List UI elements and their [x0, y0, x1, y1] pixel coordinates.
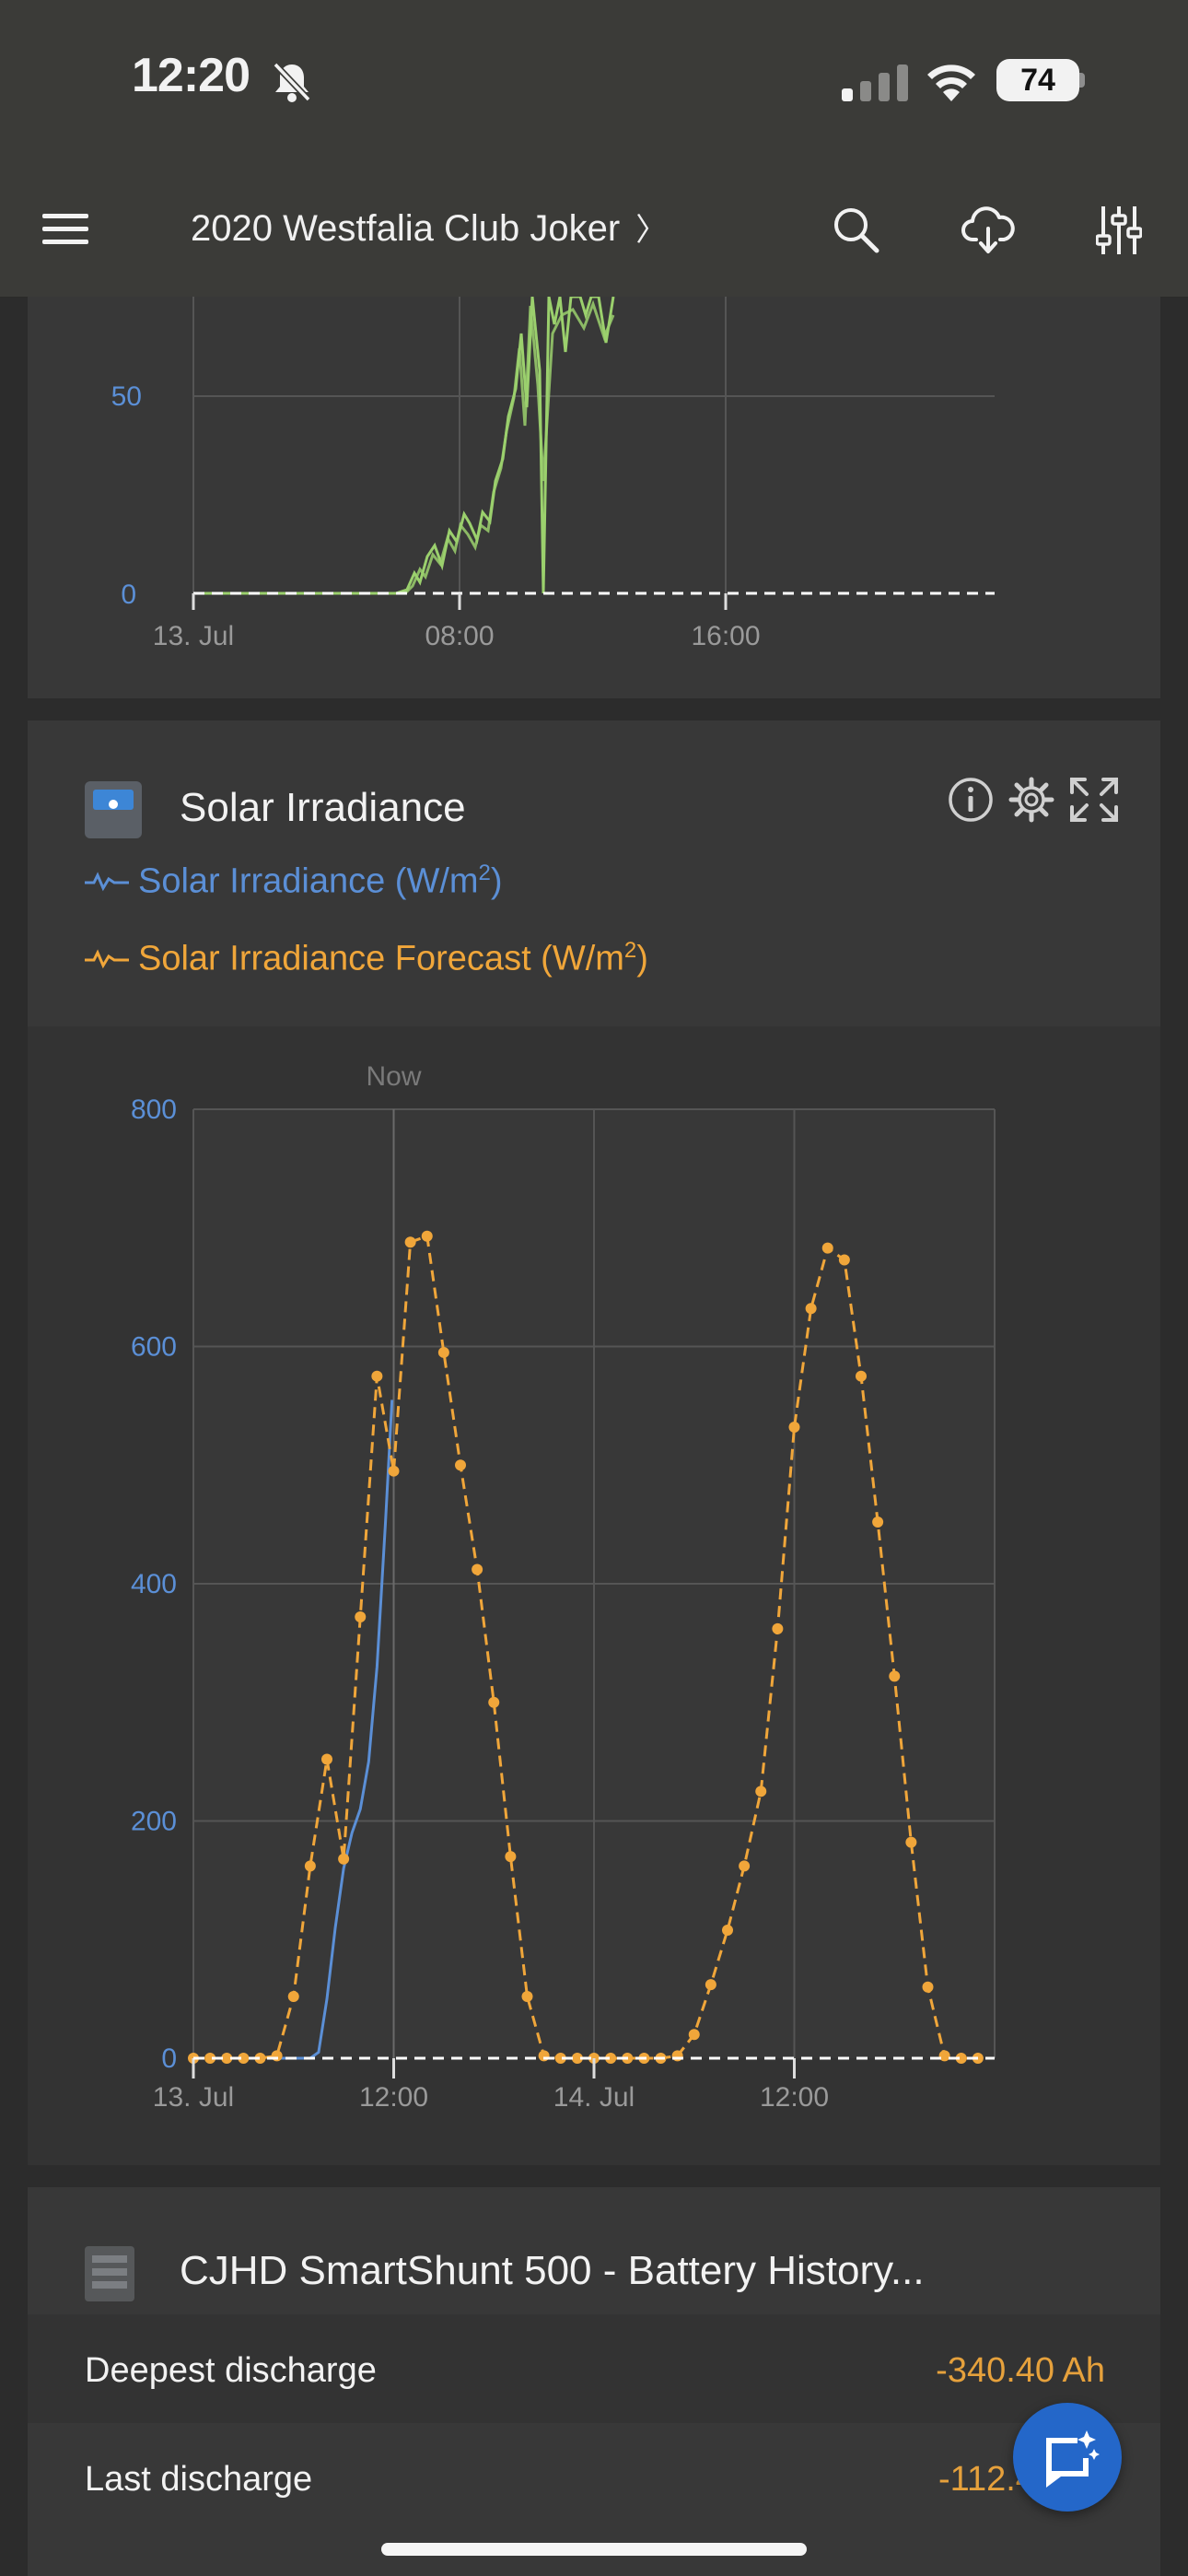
- legend-label: Solar Irradiance Forecast (W/m2): [138, 938, 648, 978]
- data-point: [388, 1465, 400, 1477]
- chart-gridlines: [192, 297, 995, 593]
- card-actions: [947, 776, 1120, 824]
- data-point: [538, 2050, 550, 2062]
- x-tick-label: 08:00: [425, 621, 494, 651]
- data-point: [905, 1836, 917, 1848]
- info-icon[interactable]: [947, 776, 995, 824]
- x-tick-label: 13. Jul: [153, 621, 234, 651]
- data-point: [355, 1611, 367, 1623]
- battery-indicator: 74: [996, 59, 1079, 101]
- data-point: [838, 1254, 850, 1266]
- card-title: CJHD SmartShunt 500 - Battery History...: [180, 2248, 925, 2293]
- data-point: [321, 1753, 332, 1765]
- data-point: [739, 1860, 751, 1872]
- top-chart-series-line-a: [193, 297, 615, 595]
- y-tick-label: 400: [131, 1569, 177, 1599]
- data-point: [938, 2050, 950, 2062]
- installation-selector[interactable]: 2020 Westfalia Club Joker 〉: [191, 205, 667, 250]
- data-point: [304, 1860, 316, 1872]
- power-history-chart: 50 0 13. Jul 08:00 16:00: [111, 297, 995, 651]
- row-value: -340.40 Ah: [936, 2351, 1105, 2390]
- data-point: [521, 1991, 533, 2003]
- y-tick-label: 600: [131, 1332, 177, 1363]
- y-tick-label: 0: [121, 580, 136, 610]
- battery-level: 74: [1020, 63, 1055, 98]
- data-point: [722, 1924, 733, 1936]
- solar-irradiance-chart[interactable]: Now 800 600 400 200 0 13. Jul 12:00 14. Jul 12:0…: [28, 1026, 1160, 2165]
- row-label: Last discharge: [85, 2460, 313, 2499]
- wifi-icon: [927, 64, 975, 101]
- solar-irradiance-chart-area: Now 800 600 400 200 0 13. Jul 12:00 14. Jul 12:0…: [28, 1026, 1160, 2165]
- assistant-chat-button[interactable]: [1013, 2403, 1122, 2512]
- bell-muted-icon: [273, 62, 311, 102]
- data-point: [404, 1236, 416, 1248]
- data-point: [889, 1670, 901, 1682]
- data-point: [671, 2050, 683, 2062]
- y-tick-label: 200: [131, 1807, 177, 1837]
- data-point: [437, 1346, 449, 1358]
- data-point: [922, 1981, 934, 1993]
- data-point: [688, 2029, 700, 2041]
- data-point: [271, 2050, 283, 2062]
- data-point: [788, 1422, 800, 1434]
- installation-name: 2020 Westfalia Club Joker: [191, 208, 621, 249]
- now-marker-label: Now: [366, 1061, 421, 1092]
- status-time: 12:20: [132, 49, 250, 102]
- data-point: [755, 1786, 767, 1797]
- y-tick-label: 800: [131, 1095, 177, 1125]
- data-point: [856, 1370, 867, 1382]
- home-indicator: [381, 2543, 807, 2556]
- x-tick-label: 14. Jul: [553, 2082, 635, 2113]
- data-point: [821, 1242, 833, 1254]
- y-tick-label: 0: [161, 2043, 177, 2074]
- data-point: [371, 1370, 383, 1382]
- legend-label: Solar Irradiance (W/m2): [138, 861, 503, 901]
- y-tick-label: 50: [111, 381, 142, 412]
- chevron-right-icon: 〉: [635, 213, 668, 248]
- card-title: Solar Irradiance: [180, 785, 466, 830]
- top-chart-series: [193, 297, 615, 595]
- x-axis-ticks: [192, 593, 728, 610]
- data-point: [421, 1230, 433, 1242]
- series-line-icon: [85, 872, 129, 892]
- filter-sliders-icon[interactable]: [1096, 203, 1142, 258]
- data-point: [488, 1696, 500, 1708]
- x-tick-label: 16:00: [691, 621, 760, 651]
- series-line-icon: [85, 949, 129, 969]
- data-point: [772, 1622, 784, 1634]
- data-point: [805, 1303, 817, 1315]
- battery-history-row: Last discharge -112.40 Ah: [28, 2423, 1160, 2532]
- gear-icon[interactable]: [1007, 776, 1055, 824]
- data-point: [287, 1991, 299, 2003]
- x-tick-label: 12:00: [760, 2082, 829, 2113]
- power-history-card: 50 0 13. Jul 08:00 16:00: [28, 297, 1160, 698]
- data-point: [705, 1979, 716, 1991]
- chat-sparkle-icon: [1046, 2430, 1100, 2488]
- solar-device-icon: [85, 781, 142, 838]
- data-point: [872, 1516, 884, 1528]
- legend-item-solar-irradiance-forecast[interactable]: Solar Irradiance Forecast (W/m2): [85, 938, 648, 979]
- search-icon[interactable]: [831, 205, 882, 256]
- row-label: Deepest discharge: [85, 2351, 377, 2390]
- fullscreen-expand-icon[interactable]: [1068, 776, 1120, 824]
- status-bar: 12:20 74: [0, 0, 1188, 184]
- solar-irradiance-card: Solar Irradiance Solar Irradiance (W/m2)…: [28, 720, 1160, 2165]
- battery-device-icon: [85, 2246, 134, 2301]
- battery-history-row: Deepest discharge -340.40 Ah: [28, 2314, 1160, 2423]
- cellular-signal-icon: [842, 64, 908, 101]
- cloud-download-icon[interactable]: [961, 205, 1015, 256]
- battery-tip: [1079, 73, 1085, 88]
- legend-item-solar-irradiance[interactable]: Solar Irradiance (W/m2): [85, 861, 503, 902]
- x-tick-label: 12:00: [359, 2082, 428, 2113]
- top-navigation-bar: 2020 Westfalia Club Joker 〉: [0, 184, 1188, 298]
- data-point: [505, 1851, 517, 1863]
- data-point: [455, 1459, 466, 1471]
- hamburger-menu-icon[interactable]: [42, 208, 88, 249]
- x-tick-label: 13. Jul: [153, 2082, 234, 2113]
- battery-history-card: CJHD SmartShunt 500 - Battery History...…: [28, 2187, 1160, 2576]
- data-point: [338, 1853, 350, 1865]
- data-point: [472, 1563, 483, 1575]
